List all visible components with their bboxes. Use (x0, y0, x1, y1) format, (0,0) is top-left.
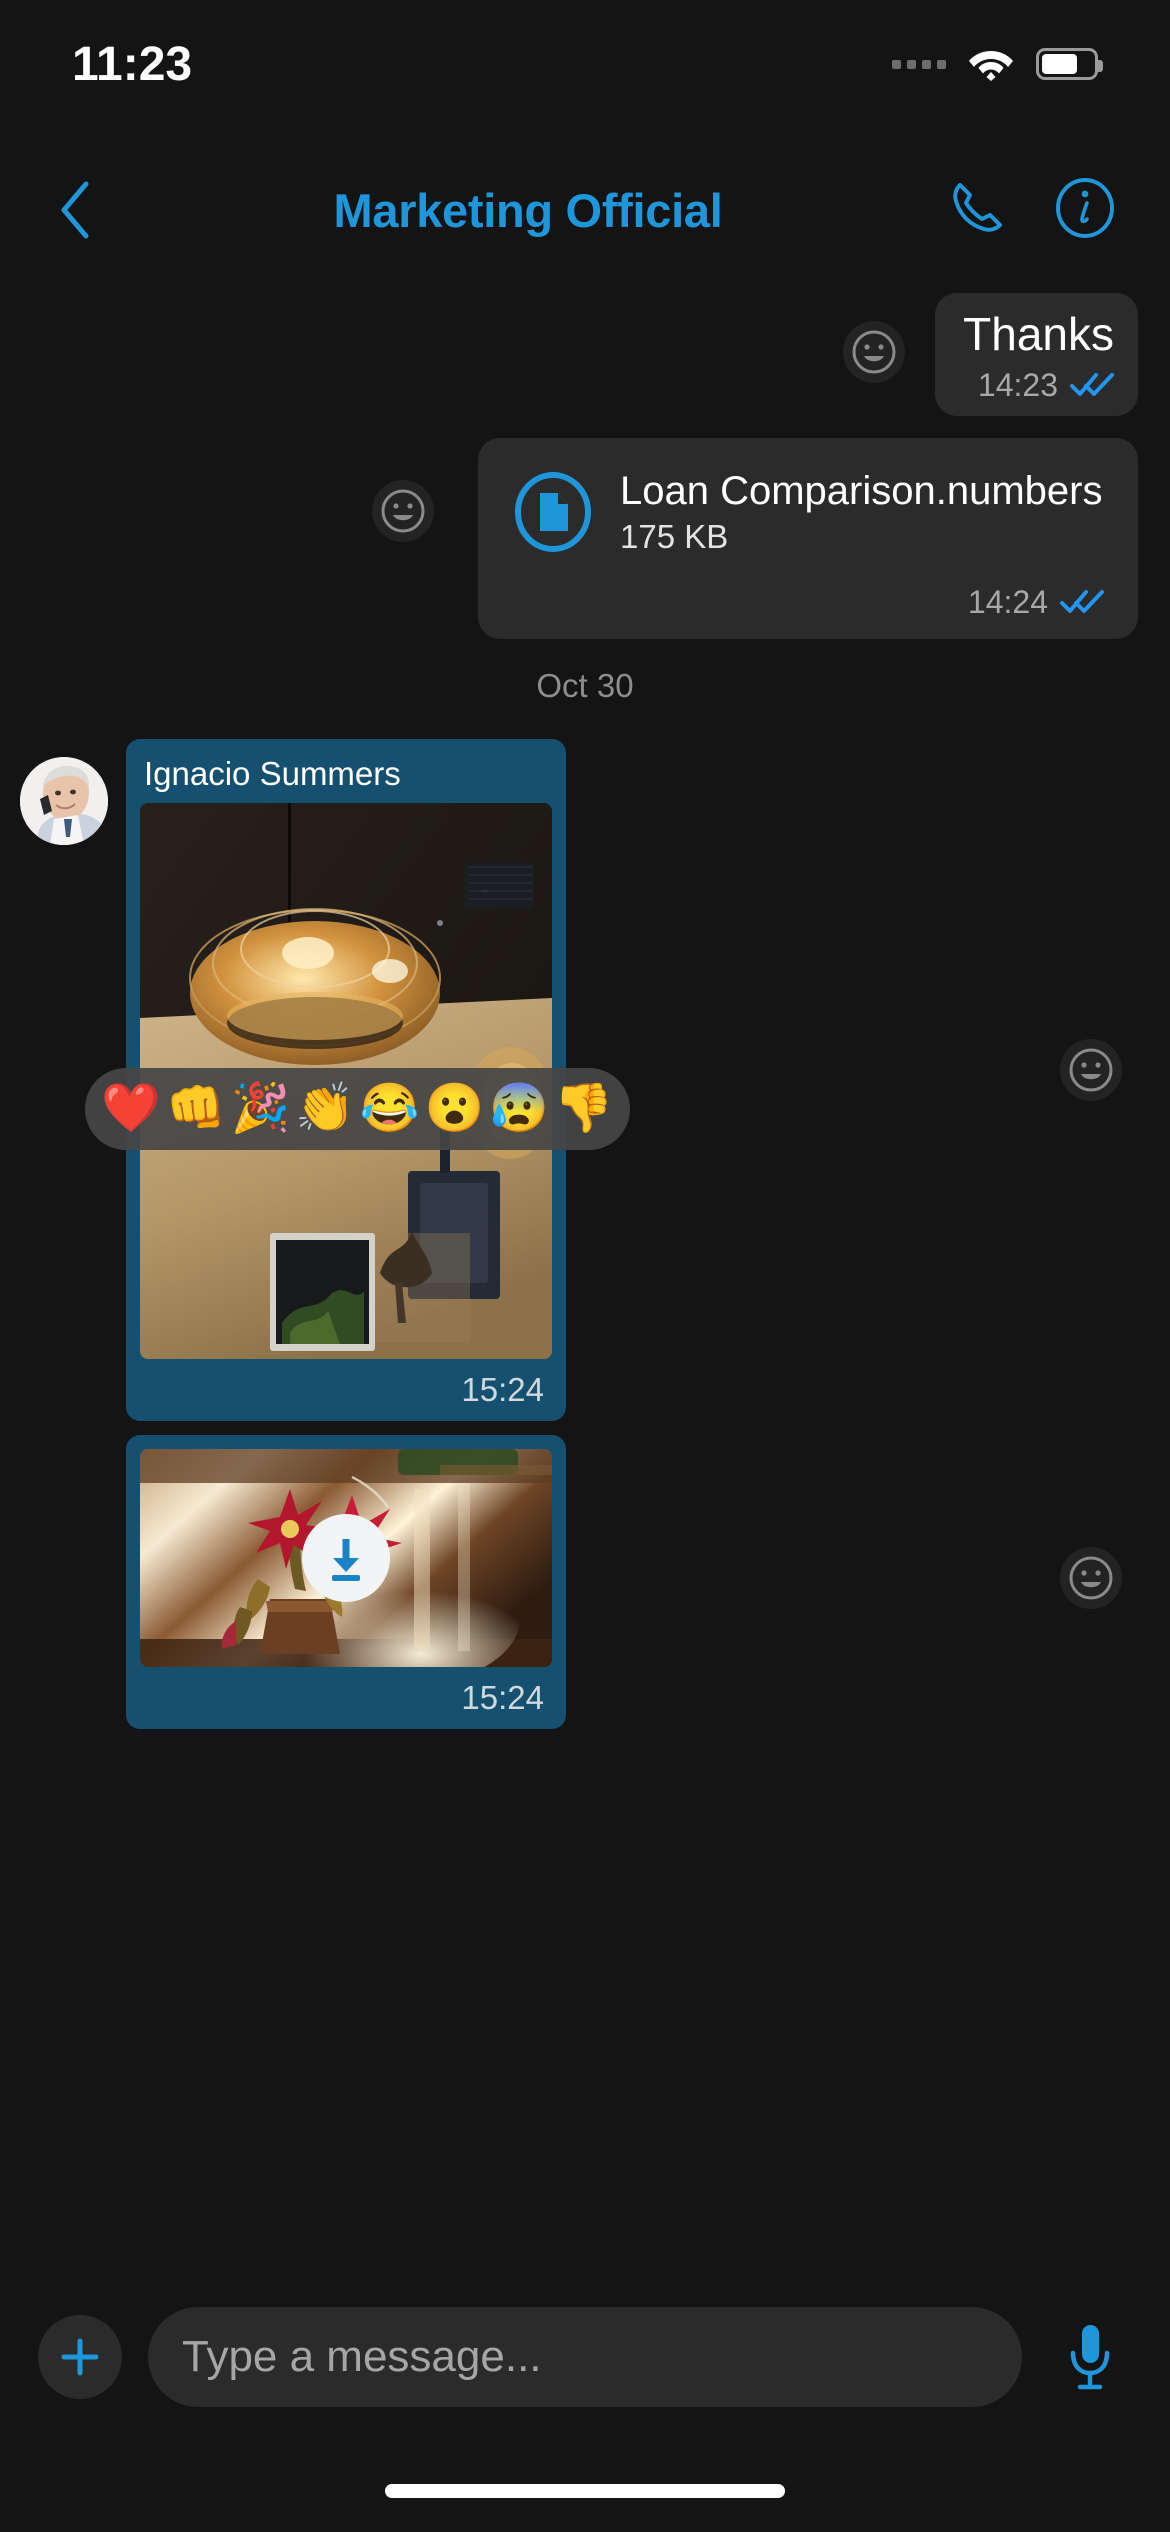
chat-screen: 11:23 Marketing Official Thanks 14:23 Lo… (0, 0, 1170, 2532)
message-input[interactable]: Type a message... (148, 2307, 1022, 2407)
file-name: Loan Comparison.numbers (620, 468, 1103, 513)
chat-header: Marketing Official (0, 150, 1170, 270)
message-input-placeholder: Type a message... (182, 2332, 542, 2381)
phone-icon[interactable] (946, 177, 1008, 244)
file-attachment[interactable]: Loan Comparison.numbers 175 KB (512, 468, 1104, 556)
message-meta: 14:23 (978, 367, 1114, 404)
status-bar-time: 11:23 (72, 37, 193, 91)
read-receipt-double-check-icon (1060, 589, 1104, 615)
message-time: 14:23 (977, 366, 1058, 403)
anxious-face-emoji[interactable]: 😰 (489, 1085, 549, 1133)
battery-icon (1036, 48, 1103, 80)
smiley-add-reaction-icon[interactable] (1060, 1546, 1122, 1609)
face-with-open-mouth-emoji[interactable]: 😮 (425, 1085, 485, 1133)
signal-dots-icon (892, 59, 946, 69)
message-composer: Type a message... (0, 2292, 1170, 2422)
back-button[interactable] (40, 170, 110, 250)
fist-bump-emoji[interactable]: 👊 (166, 1085, 226, 1133)
message-bubble-photo-2[interactable]: 15:24 (126, 1434, 566, 1729)
file-details: Loan Comparison.numbers 175 KB (620, 468, 1102, 556)
date-separator: Oct 30 (536, 666, 634, 704)
page-title: Marketing Official (333, 183, 723, 237)
info-circle-icon[interactable] (1054, 177, 1116, 244)
message-time: 15:24 (461, 1370, 544, 1408)
message-text: Thanks (963, 308, 1114, 360)
face-with-tears-of-joy-emoji[interactable]: 😂 (360, 1085, 420, 1133)
status-bar-indicators (892, 47, 1103, 81)
heart-emoji[interactable]: ❤️ (101, 1085, 161, 1133)
read-receipt-double-check-icon (1070, 372, 1114, 398)
message-time: 14:24 (967, 583, 1048, 620)
reaction-picker[interactable]: ❤️ 👊 🎉 👏 😂 😮 😰 👎 (85, 1068, 630, 1150)
download-arrow-icon[interactable] (302, 1513, 390, 1602)
photo-flowers[interactable] (140, 1448, 552, 1667)
message-meta: 14:24 (968, 584, 1104, 621)
smiley-add-reaction-icon[interactable] (372, 479, 434, 542)
attach-button[interactable] (38, 2315, 122, 2399)
microphone-button[interactable] (1048, 2315, 1132, 2399)
message-list[interactable]: Thanks 14:23 Loan Comparison.numbers 175… (0, 275, 1170, 2365)
message-row-thanks: Thanks 14:23 (0, 293, 1170, 416)
home-indicator (385, 2484, 785, 2498)
file-size: 175 KB (620, 517, 729, 555)
smiley-add-reaction-icon[interactable] (1060, 1038, 1122, 1101)
header-actions (946, 177, 1130, 244)
avatar[interactable] (20, 756, 108, 845)
party-popper-emoji[interactable]: 🎉 (231, 1085, 291, 1133)
message-bubble-file[interactable]: Loan Comparison.numbers 175 KB 14:24 (478, 437, 1138, 639)
sender-name: Ignacio Summers (144, 754, 401, 792)
message-row-photo-2: 15:24 (0, 1434, 1170, 1729)
message-row-file: Loan Comparison.numbers 175 KB 14:24 (0, 437, 1170, 639)
thumbs-down-emoji[interactable]: 👎 (554, 1085, 614, 1133)
wifi-icon (968, 47, 1014, 81)
document-icon (512, 471, 594, 553)
message-bubble-thanks[interactable]: Thanks 14:23 (935, 293, 1138, 416)
status-bar: 11:23 (0, 0, 1170, 110)
message-time: 15:24 (461, 1678, 544, 1716)
smiley-add-reaction-icon[interactable] (843, 321, 906, 383)
clapping-hands-emoji[interactable]: 👏 (295, 1085, 355, 1133)
